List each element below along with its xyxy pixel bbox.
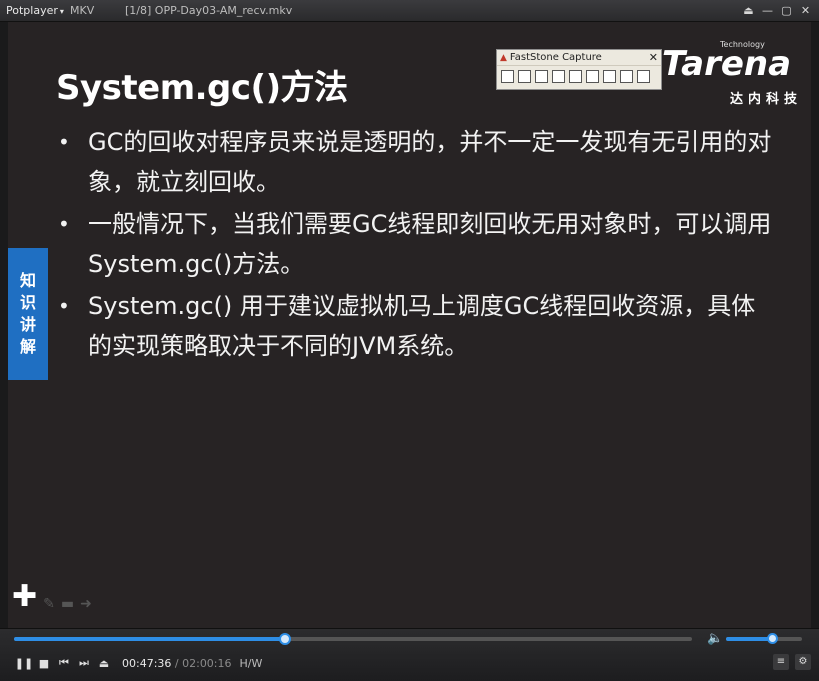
add-icon[interactable]: ✚ (12, 582, 37, 612)
app-name: Potplayer (6, 4, 58, 17)
app-menu-button[interactable]: Potplayer ▾ (0, 4, 70, 17)
pause-button[interactable]: ❚❚ (14, 657, 34, 670)
close-icon[interactable]: ✕ (649, 51, 658, 64)
capture-object-icon[interactable] (518, 70, 531, 83)
slide-title: System.gc()方法 (56, 68, 348, 108)
bullet-item: • 一般情况下，当我们需要GC线程即刻回收无用对象时，可以调用 System.g… (56, 204, 776, 284)
knowledge-tab: 知 识 讲 解 (8, 248, 48, 380)
window-title: [1/8] OPP-Day03-AM_recv.mkv (125, 4, 293, 17)
capture-scrolling-icon[interactable] (586, 70, 599, 83)
logo-chinese: 达内科技 (730, 92, 803, 107)
tab-char: 识 (19, 293, 36, 312)
volume-icon[interactable]: 🔈 (707, 631, 723, 646)
close-button[interactable]: ✕ (796, 4, 815, 17)
faststone-header: ▲ FastStone Capture ✕ (497, 50, 661, 66)
window-controls: ⏏ — ▢ ✕ (739, 4, 815, 17)
tab-char: 讲 (19, 315, 36, 334)
stop-button[interactable]: ■ (34, 657, 54, 670)
slide-bullet-list: • GC的回收对程序员来说是透明的，并不一定一发现有无引用的对象，就立刻回收。 … (56, 122, 776, 368)
settings-icon[interactable] (637, 70, 650, 83)
seek-bar[interactable] (14, 633, 692, 645)
eject-button[interactable]: ⏏ (94, 657, 114, 670)
format-label: MKV (70, 4, 95, 17)
volume-slider[interactable] (726, 633, 802, 644)
time-separator: / (171, 656, 183, 670)
right-control-buttons: ≡ ⚙ (773, 654, 811, 670)
logo-brand: Tarena (662, 44, 792, 84)
volume-level (726, 637, 772, 641)
faststone-title: FastStone Capture (509, 52, 602, 63)
playback-buttons: ❚❚ ■ ⏮ ⏭ ⏏ 00:47:36 / 02:00:16 H/W (14, 655, 263, 671)
volume-handle[interactable] (766, 633, 778, 644)
bullet-text: 一般情况下，当我们需要GC线程即刻回收无用对象时，可以调用 System.gc(… (88, 210, 772, 278)
overlay-tools: ✚ ✎ ▬ ➜ (12, 582, 92, 613)
faststone-capture-toolbar[interactable]: ▲ FastStone Capture ✕ (496, 49, 662, 90)
tab-char: 知 (19, 271, 36, 290)
video-frame[interactable]: System.gc()方法 • GC的回收对程序员来说是透明的，并不一定一发现有… (8, 22, 811, 628)
output-icon[interactable] (620, 70, 633, 83)
pen-icon[interactable]: ✎ (43, 596, 55, 612)
tab-char: 解 (19, 337, 36, 356)
capture-fixed-icon[interactable] (603, 70, 616, 83)
share-icon[interactable]: ➜ (80, 596, 92, 612)
bullet-item: • System.gc() 用于建议虚拟机马上调度GC线程回收资源，具体的实现策… (56, 286, 776, 366)
chat-icon[interactable]: ▬ (61, 596, 74, 612)
capture-rectangle-icon[interactable] (535, 70, 548, 83)
pin-icon[interactable]: ⏏ (739, 4, 758, 17)
current-time: 00:47:36 (122, 656, 172, 670)
capture-window-icon[interactable] (501, 70, 514, 83)
minimize-button[interactable]: — (758, 4, 777, 17)
settings-button[interactable]: ⚙ (795, 654, 811, 670)
capture-freehand-icon[interactable] (552, 70, 565, 83)
bullet-item: • GC的回收对程序员来说是透明的，并不一定一发现有无引用的对象，就立刻回收。 (56, 122, 776, 202)
next-button[interactable]: ⏭ (74, 656, 94, 670)
bullet-text: GC的回收对程序员来说是透明的，并不一定一发现有无引用的对象，就立刻回收。 (88, 128, 772, 196)
bullet-text: System.gc() 用于建议虚拟机马上调度GC线程回收资源，具体的实现策略取… (88, 292, 756, 360)
bullet-dot: • (58, 212, 70, 236)
hw-decode-label[interactable]: H/W (240, 657, 263, 670)
bullet-dot: • (58, 294, 70, 318)
capture-fullscreen-icon[interactable] (569, 70, 582, 83)
faststone-tools (497, 66, 661, 87)
bullet-dot: • (58, 130, 70, 154)
seek-handle[interactable] (279, 633, 292, 645)
playback-controls: 🔈 ❚❚ ■ ⏮ ⏭ ⏏ 00:47:36 / 02:00:16 H/W ≡ ⚙ (0, 628, 819, 681)
previous-button[interactable]: ⏮ (54, 656, 74, 670)
seek-progress (14, 637, 286, 641)
title-bar: Potplayer ▾ MKV [1/8] OPP-Day03-AM_recv.m… (0, 0, 819, 22)
maximize-button[interactable]: ▢ (777, 4, 796, 17)
faststone-icon: ▲ (500, 52, 507, 63)
chevron-down-icon: ▾ (59, 7, 64, 16)
left-frame-edge (0, 22, 8, 628)
right-frame-edge (811, 22, 819, 628)
playlist-button[interactable]: ≡ (773, 654, 789, 670)
total-time: 02:00:16 (182, 656, 232, 670)
time-display: 00:47:36 / 02:00:16 (122, 657, 232, 670)
